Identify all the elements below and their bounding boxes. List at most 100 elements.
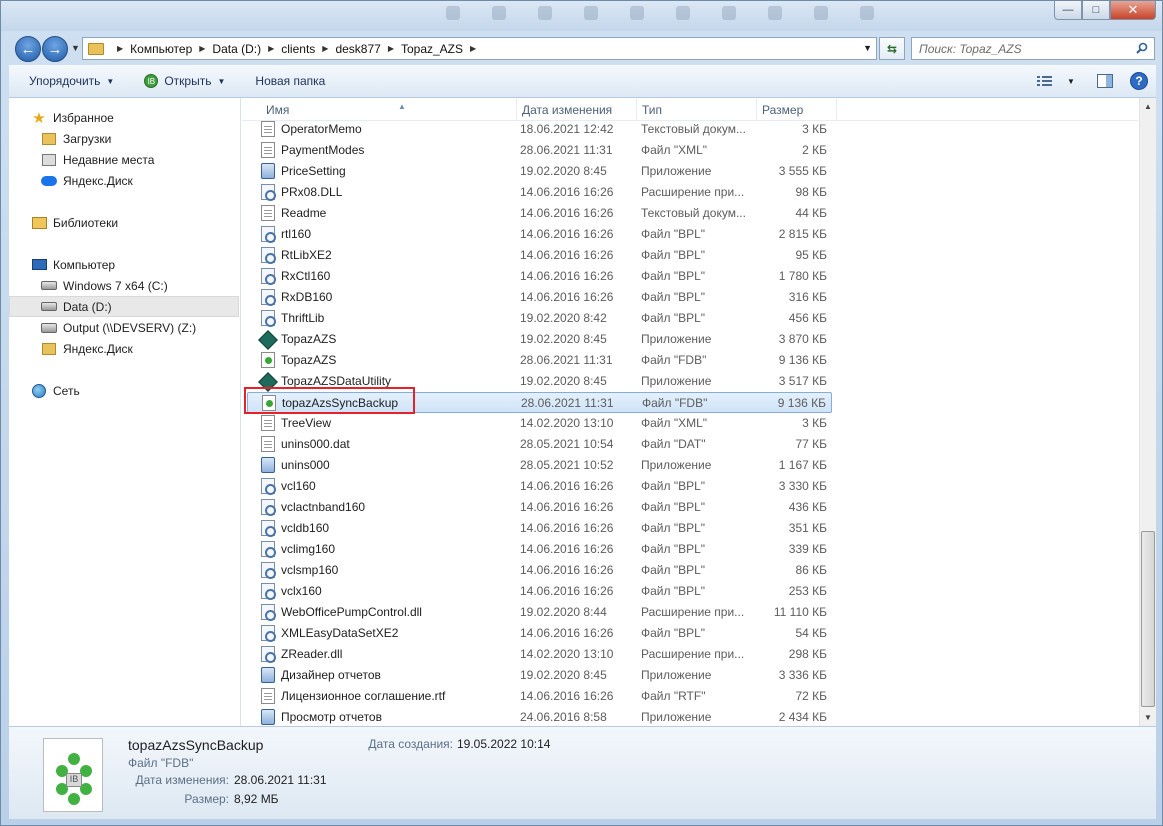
- nav-drive-c[interactable]: Windows 7 x64 (C:): [9, 275, 239, 296]
- chevron-right-icon[interactable]: ▶: [388, 44, 394, 53]
- file-row[interactable]: vclx160 14.06.2016 16:26 Файл "BPL" 253 КБ: [247, 581, 832, 602]
- file-size: 95 КБ: [795, 248, 827, 262]
- chevron-right-icon[interactable]: ▶: [199, 44, 205, 53]
- preview-pane-icon[interactable]: [1096, 72, 1114, 90]
- file-size: 86 КБ: [795, 563, 827, 577]
- column-header-name[interactable]: ▲ Имя: [261, 98, 517, 121]
- file-row[interactable]: Readme 14.06.2016 16:26 Текстовый докум...…: [247, 203, 832, 224]
- forward-button[interactable]: →: [42, 36, 68, 62]
- nav-drive-z[interactable]: Output (\\DEVSERV) (Z:): [9, 317, 239, 338]
- nav-network[interactable]: Сеть: [9, 380, 239, 401]
- file-row[interactable]: PaymentModes 28.06.2021 11:31 Файл "XML" 2 …: [247, 140, 832, 161]
- open-button[interactable]: IB Открыть ▼: [132, 65, 237, 97]
- file-row[interactable]: vclactnband160 14.06.2016 16:26 Файл "BPL"…: [247, 497, 832, 518]
- file-row[interactable]: unins000.dat 28.05.2021 10:54 Файл "DAT" 77…: [247, 434, 832, 455]
- file-type: Файл "BPL": [641, 227, 706, 241]
- file-row[interactable]: WebOfficePumpControl.dll 19.02.2020 8:44 Р…: [247, 602, 832, 623]
- file-name: unins000: [281, 458, 330, 472]
- breadcrumb-data-d[interactable]: Data (D:): [212, 42, 261, 56]
- organize-label: Упорядочить: [29, 74, 101, 88]
- nav-favorites[interactable]: ★ Избранное: [9, 107, 239, 128]
- file-row[interactable]: rtl160 14.06.2016 16:26 Файл "BPL" 2 815 КБ: [247, 224, 832, 245]
- file-date: 19.02.2020 8:45: [520, 374, 607, 388]
- file-row[interactable]: vclimg160 14.06.2016 16:26 Файл "BPL" 339 К…: [247, 539, 832, 560]
- nav-drive-d[interactable]: Data (D:): [9, 296, 239, 317]
- yandex-disk-icon: [41, 173, 57, 189]
- chevron-right-icon[interactable]: ▶: [470, 44, 476, 53]
- recent-pages-dropdown[interactable]: ▼: [71, 43, 80, 53]
- file-row[interactable]: vclsmp160 14.06.2016 16:26 Файл "BPL" 86 КБ: [247, 560, 832, 581]
- address-bar[interactable]: ▶ Компьютер ▶ Data (D:) ▶ clients ▶ desk…: [82, 37, 877, 60]
- file-row[interactable]: Дизайнер отчетов 19.02.2020 8:45 Приложени…: [247, 665, 832, 686]
- file-row[interactable]: Лицензионное соглашение.rtf 14.06.2016 16…: [247, 686, 832, 707]
- nav-recent-places[interactable]: Недавние места: [9, 149, 239, 170]
- file-row[interactable]: ZReader.dll 14.02.2020 13:10 Расширение пр…: [247, 644, 832, 665]
- file-name: Просмотр отчетов: [281, 710, 382, 724]
- file-row[interactable]: TopazAZS 19.02.2020 8:45 Приложение 3 870 К…: [247, 329, 832, 350]
- breadcrumb-clients[interactable]: clients: [281, 42, 315, 56]
- refresh-button[interactable]: ⇆: [879, 37, 905, 60]
- nav-yandex-disk-computer[interactable]: Яндекс.Диск: [9, 338, 239, 359]
- file-row[interactable]: OperatorMemo 18.06.2021 12:42 Текстовый до…: [247, 119, 832, 140]
- command-bar: Упорядочить ▼ IB Открыть ▼ Новая папка ▼ ?: [9, 65, 1156, 98]
- scroll-up-icon[interactable]: ▲: [1140, 98, 1156, 115]
- file-row[interactable]: XMLEasyDataSetXE2 14.06.2016 16:26 Файл "B…: [247, 623, 832, 644]
- file-row[interactable]: vcldb160 14.06.2016 16:26 Файл "BPL" 351 КБ: [247, 518, 832, 539]
- file-row[interactable]: unins000 28.05.2021 10:52 Приложение 1 167 …: [247, 455, 832, 476]
- file-name: ThriftLib: [281, 311, 325, 325]
- file-row[interactable]: ThriftLib 19.02.2020 8:42 Файл "BPL" 456 КБ: [247, 308, 832, 329]
- breadcrumb-topaz-azs[interactable]: Topaz_AZS: [401, 42, 463, 56]
- nav-libraries[interactable]: Библиотеки: [9, 212, 239, 233]
- file-size: 339 КБ: [788, 542, 827, 556]
- app-file-icon: [261, 709, 275, 725]
- vertical-scrollbar[interactable]: ▲ ▼: [1139, 98, 1156, 726]
- maximize-button[interactable]: □: [1082, 1, 1110, 20]
- system-drive-icon: [41, 278, 57, 294]
- file-row[interactable]: RxDB160 14.06.2016 16:26 Файл "BPL" 316 КБ: [247, 287, 832, 308]
- search-icon[interactable]: [1136, 42, 1148, 54]
- file-date: 14.06.2016 16:26: [520, 689, 614, 703]
- chevron-right-icon[interactable]: ▶: [117, 44, 123, 53]
- file-row[interactable]: vcl160 14.06.2016 16:26 Файл "BPL" 3 330 КБ: [247, 476, 832, 497]
- chevron-right-icon[interactable]: ▶: [322, 44, 328, 53]
- search-box[interactable]: [911, 37, 1155, 60]
- new-folder-button[interactable]: Новая папка: [243, 65, 337, 97]
- file-type: Файл "BPL": [641, 290, 706, 304]
- column-header-date[interactable]: Дата изменения: [517, 98, 637, 121]
- close-button[interactable]: ✕: [1110, 1, 1156, 20]
- back-button[interactable]: ←: [15, 36, 41, 62]
- breadcrumb-desk877[interactable]: desk877: [335, 42, 380, 56]
- scrollbar-thumb[interactable]: [1141, 531, 1155, 707]
- scroll-down-icon[interactable]: ▼: [1140, 709, 1156, 726]
- details-created-value: 19.05.2022 10:14: [457, 737, 551, 751]
- breadcrumb-computer[interactable]: Компьютер: [130, 42, 192, 56]
- nav-computer[interactable]: Компьютер: [9, 254, 239, 275]
- nav-yandex-disk-favorites[interactable]: Яндекс.Диск: [9, 170, 239, 191]
- file-row[interactable]: PRx08.DLL 14.06.2016 16:26 Расширение при.…: [247, 182, 832, 203]
- file-row[interactable]: Просмотр отчетов 24.06.2016 8:58 Приложени…: [247, 707, 832, 728]
- file-row[interactable]: TreeView 14.02.2020 13:10 Файл "XML" 3 КБ: [247, 413, 832, 434]
- file-row[interactable]: RxCtl160 14.06.2016 16:26 Файл "BPL" 1 780 …: [247, 266, 832, 287]
- view-options-icon[interactable]: [1036, 72, 1054, 90]
- column-label: Размер: [762, 103, 804, 117]
- file-row[interactable]: PriceSetting 19.02.2020 8:45 Приложение 3 5…: [247, 161, 832, 182]
- organize-button[interactable]: Упорядочить ▼: [9, 65, 126, 97]
- address-dropdown-icon[interactable]: ▼: [863, 43, 872, 53]
- file-name: PRx08.DLL: [281, 185, 343, 199]
- help-button[interactable]: ?: [1130, 72, 1148, 90]
- doc-file-icon: [261, 142, 275, 158]
- file-date: 19.02.2020 8:45: [520, 164, 607, 178]
- file-date: 19.02.2020 8:45: [520, 668, 607, 682]
- chevron-right-icon[interactable]: ▶: [268, 44, 274, 53]
- file-row[interactable]: TopazAZS 28.06.2021 11:31 Файл "FDB" 9 136 …: [247, 350, 832, 371]
- search-input[interactable]: [919, 41, 1119, 56]
- column-header-type[interactable]: Тип: [637, 98, 757, 121]
- file-row[interactable]: RtLibXE2 14.06.2016 16:26 Файл "BPL" 95 КБ: [247, 245, 832, 266]
- column-header-size[interactable]: Размер: [757, 98, 837, 121]
- title-bar[interactable]: — □ ✕: [1, 1, 1162, 31]
- details-size-value: 8,92 МБ: [234, 792, 279, 806]
- file-type: Файл "BPL": [641, 584, 706, 598]
- nav-downloads[interactable]: Загрузки: [9, 128, 239, 149]
- minimize-button[interactable]: —: [1054, 1, 1082, 20]
- view-dropdown-icon[interactable]: ▼: [1062, 72, 1080, 90]
